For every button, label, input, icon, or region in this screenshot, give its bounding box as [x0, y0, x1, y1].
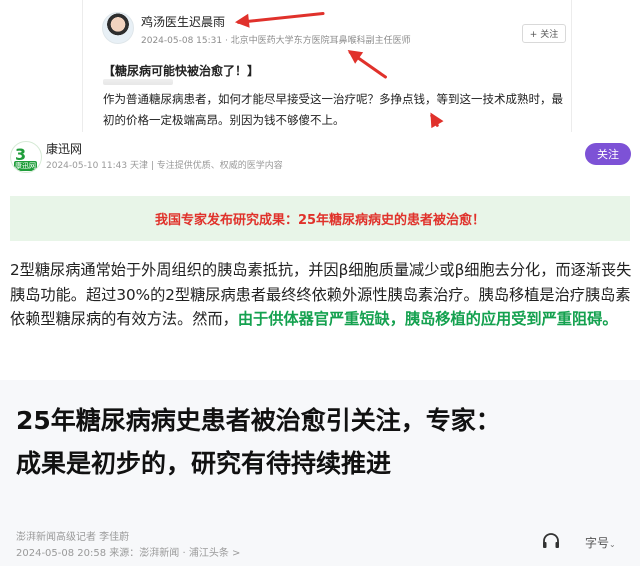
- red-arrow-icon: [429, 113, 440, 128]
- follow-button[interactable]: + 关注: [522, 24, 566, 43]
- follow-button[interactable]: 关注: [585, 143, 631, 165]
- paragraph-highlight: 由于供体器官严重短缺，胰岛移植的应用受到严重阻碍。: [237, 310, 618, 328]
- banner-title: 我国专家发布研究成果：25年糖尿病病史的患者被治愈！: [154, 213, 486, 228]
- article-source-name[interactable]: 康迅网: [46, 140, 82, 157]
- kangxun-logo[interactable]: 3 康迅网: [10, 141, 42, 173]
- article-meta: 2024-05-10 11:43 天津 | 专注提供优质、权威的医学内容: [46, 161, 283, 171]
- headphone-icon[interactable]: [541, 532, 561, 550]
- cropped-text-line: [103, 79, 173, 85]
- headline-line-1: 25年糖尿病病史患者被治愈引关注，专家：: [16, 406, 501, 435]
- news-meta[interactable]: 2024-05-08 20:58 来源：澎湃新闻 · 浦江头条 >: [16, 544, 240, 559]
- post-meta: 2024-05-08 15:31 · 北京中医药大学东方医院耳鼻喉科副主任医师: [141, 36, 411, 46]
- news-headline: 25年糖尿病病史患者被治愈引关注，专家： 成果是初步的，研究有待持续推进: [16, 399, 631, 485]
- author-avatar[interactable]: [102, 12, 134, 44]
- logo-subtext: 康迅网: [14, 161, 37, 171]
- post-heading: 【糖尿病可能快被治愈了！】: [103, 64, 260, 78]
- article-banner: 我国专家发布研究成果：25年糖尿病病史的患者被治愈！: [10, 196, 630, 241]
- post-body: 作为普通糖尿病患者，如何才能尽早接受这一治疗呢？多挣点钱，等到这一技术成熟时，最…: [103, 92, 563, 127]
- chevron-down-icon: ⌄: [609, 540, 616, 549]
- font-size-label: 字号: [585, 536, 610, 550]
- headline-line-2: 成果是初步的，研究有待持续推进: [16, 449, 392, 478]
- post-author-name[interactable]: 鸡汤医生迟晨雨: [141, 13, 225, 30]
- font-size-button[interactable]: 字号⌄: [585, 534, 616, 551]
- article-paragraph: 2型糖尿病通常始于外周组织的胰岛素抵抗，并因β细胞质量减少或β细胞去分化，而逐渐…: [10, 258, 632, 332]
- news-reporter[interactable]: 澎湃新闻高级记者 李佳蔚: [16, 528, 129, 543]
